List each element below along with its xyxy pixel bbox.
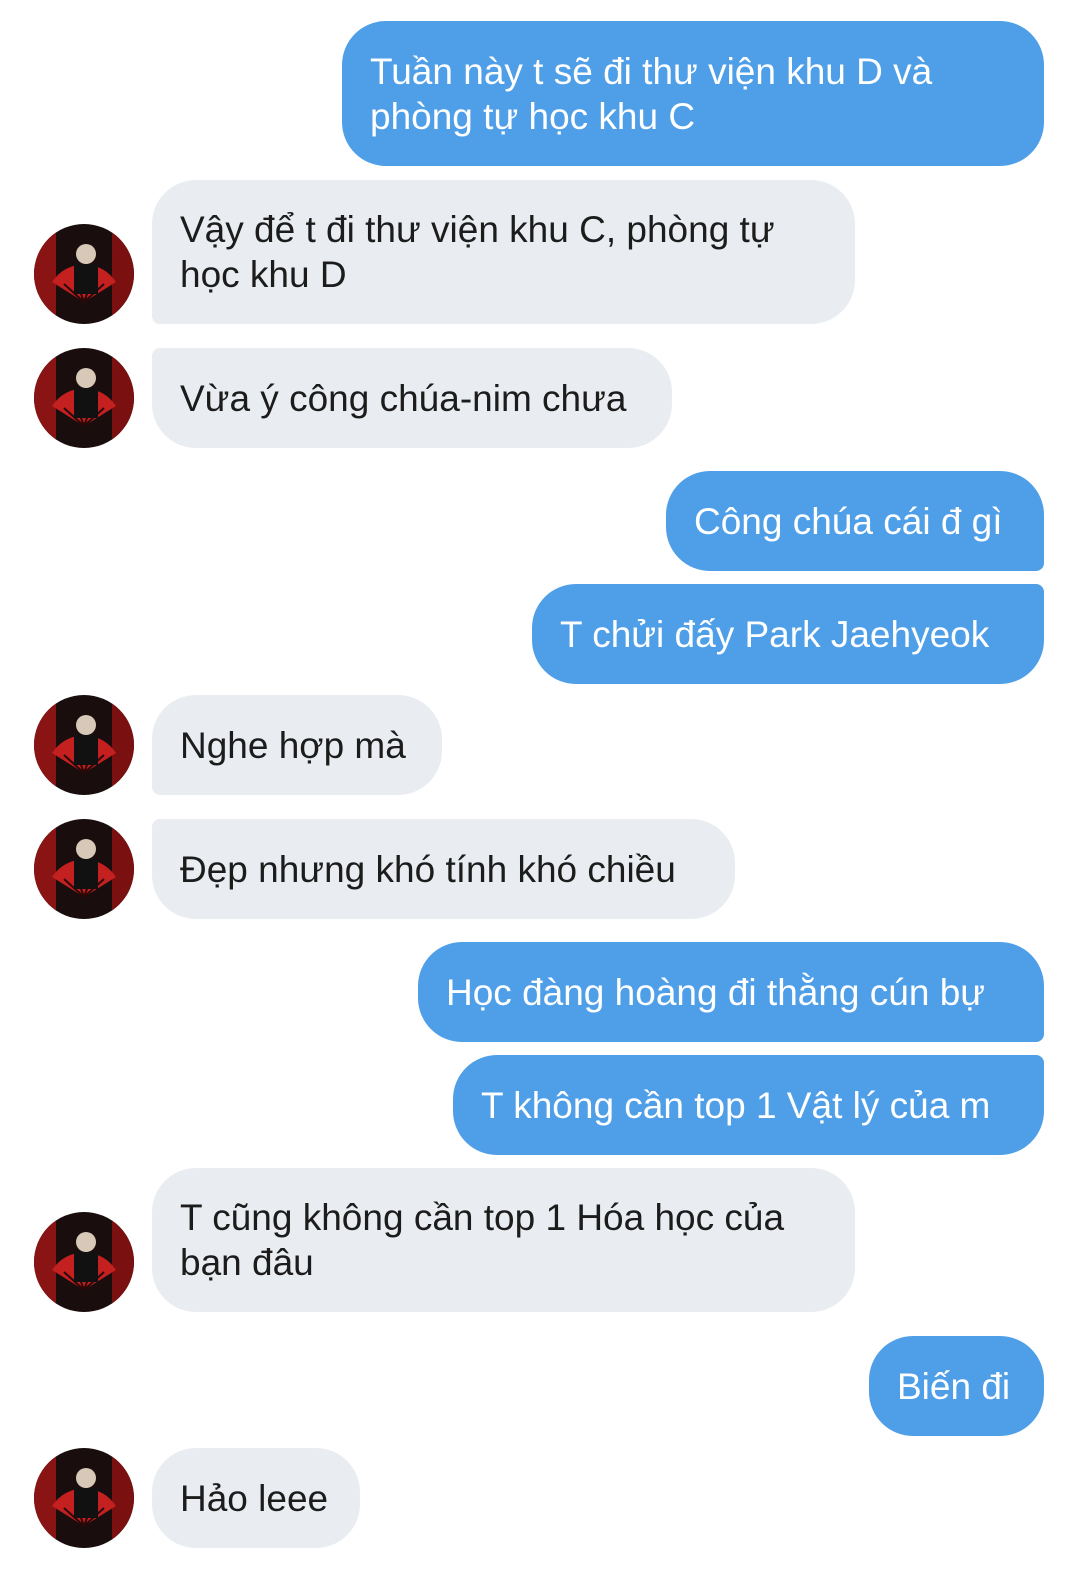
contact-avatar[interactable]: [34, 348, 134, 448]
contact-avatar[interactable]: [34, 695, 134, 795]
message-text: T không cần top 1 Vật lý của m: [481, 1084, 991, 1126]
avatar-image-icon: [34, 1448, 134, 1548]
avatar-image-icon: [34, 695, 134, 795]
message-text: Đẹp nhưng khó tính khó chiều: [180, 848, 676, 890]
contact-avatar[interactable]: [34, 819, 134, 919]
avatar-image-icon: [34, 348, 134, 448]
message-bubble-incoming[interactable]: Vừa ý công chúa-nim chưa: [152, 348, 672, 448]
message-text: Học đàng hoàng đi thằng cún bự: [446, 971, 986, 1013]
message-bubble-incoming[interactable]: Đẹp nhưng khó tính khó chiều: [152, 819, 735, 919]
message-bubble-outgoing[interactable]: T không cần top 1 Vật lý của m: [453, 1055, 1044, 1155]
message-text: Vừa ý công chúa-nim chưa: [180, 377, 627, 419]
message-bubble-incoming[interactable]: Nghe hợp mà: [152, 695, 442, 795]
message-text: Hảo leee: [180, 1477, 329, 1519]
message-bubble-outgoing[interactable]: Công chúa cái đ gì: [666, 471, 1044, 571]
message-bubble-incoming[interactable]: Hảo leee: [152, 1448, 360, 1548]
message-text: Nghe hợp mà: [180, 724, 406, 766]
message-text: T cũng không cần top 1 Hóa học của bạn đ…: [180, 1197, 785, 1283]
message-text: Tuần này t sẽ đi thư viện khu D và phòng…: [370, 50, 933, 137]
avatar-image-icon: [34, 224, 134, 324]
message-bubble-outgoing[interactable]: Tuần này t sẽ đi thư viện khu D và phòng…: [342, 21, 1044, 166]
message-text: T chửi đấy Park Jaehyeok: [560, 613, 990, 655]
message-text: Biến đi: [897, 1365, 1011, 1407]
contact-avatar[interactable]: [34, 224, 134, 324]
message-bubble-incoming[interactable]: Vậy để t đi thư viện khu C, phòng tự học…: [152, 180, 855, 324]
avatar-image-icon: [34, 1212, 134, 1312]
message-text: Vậy để t đi thư viện khu C, phòng tự học…: [180, 209, 775, 295]
message-bubble-outgoing[interactable]: Biến đi: [869, 1336, 1044, 1436]
message-bubble-incoming[interactable]: T cũng không cần top 1 Hóa học của bạn đ…: [152, 1168, 855, 1312]
message-bubble-outgoing[interactable]: T chửi đấy Park Jaehyeok: [532, 584, 1044, 684]
message-text: Công chúa cái đ gì: [694, 500, 1003, 542]
chat-screen: { "messages": [ {"text": "Tuần này t sẽ …: [0, 0, 1080, 1571]
contact-avatar[interactable]: [34, 1212, 134, 1312]
message-bubble-outgoing[interactable]: Học đàng hoàng đi thằng cún bự: [418, 942, 1044, 1042]
contact-avatar[interactable]: [34, 1448, 134, 1548]
avatar-image-icon: [34, 819, 134, 919]
